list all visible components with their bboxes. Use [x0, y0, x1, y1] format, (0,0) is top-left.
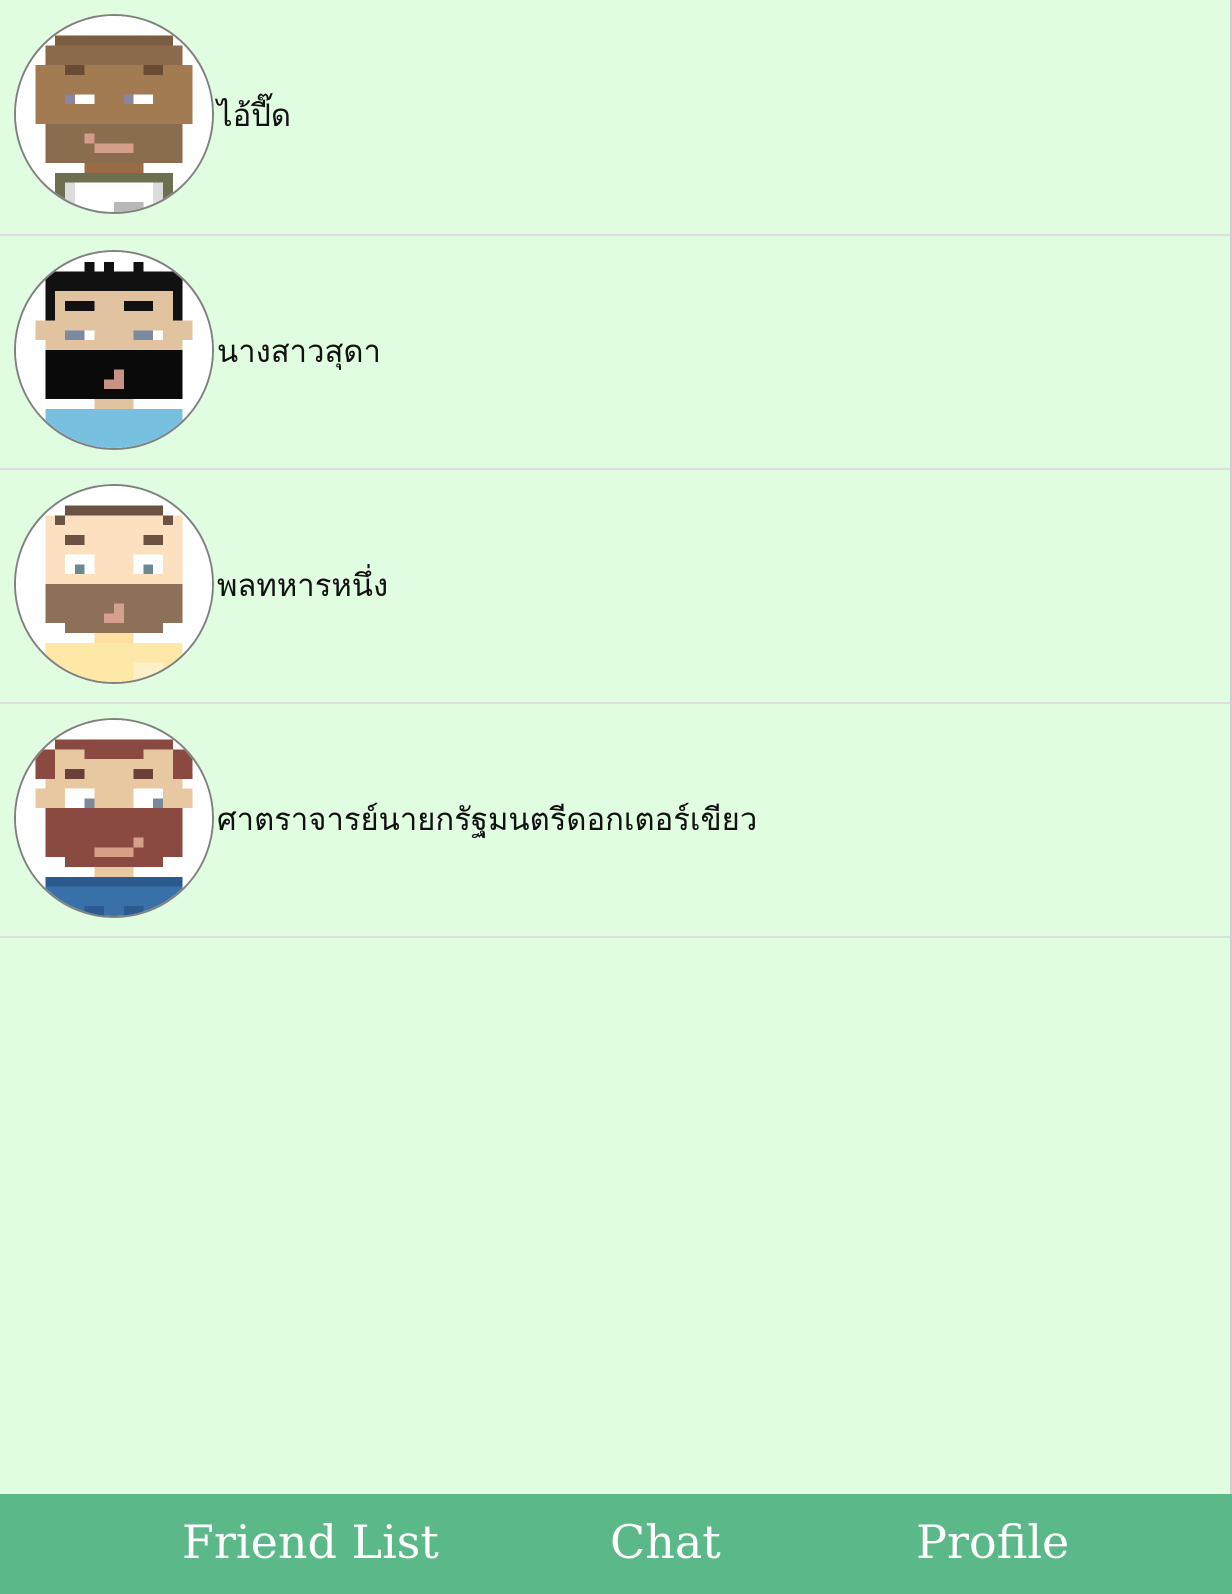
- avatar: [14, 484, 214, 684]
- friend-row[interactable]: ศาตราจารย์นายกรัฐมนตรีดอกเตอร์เขียว: [0, 704, 1232, 938]
- friend-name: พลทหารหนึ่ง: [217, 568, 389, 604]
- friend-row[interactable]: พลทหารหนึ่ง: [0, 470, 1232, 704]
- pixel-avatar-icon: [16, 486, 212, 682]
- friend-name: ไอ้ปี๊ด: [217, 98, 292, 134]
- avatar: [14, 718, 214, 918]
- friend-name: ศาตราจารย์นายกรัฐมนตรีดอกเตอร์เขียว: [217, 802, 758, 838]
- friend-row[interactable]: นางสาวสุดา: [0, 236, 1232, 470]
- friend-list-page: ไอ้ปี๊ด นางสาวสุดา พลทหารหนึ่ง ศาตราจารย…: [0, 0, 1232, 1594]
- nav-chat[interactable]: Chat: [610, 1512, 721, 1572]
- avatar: [14, 250, 214, 450]
- pixel-avatar-icon: [16, 720, 212, 916]
- pixel-avatar-icon: [16, 16, 212, 212]
- friend-list: ไอ้ปี๊ด นางสาวสุดา พลทหารหนึ่ง ศาตราจารย…: [0, 0, 1232, 938]
- bottom-nav: Friend List Chat Profile: [0, 1494, 1232, 1594]
- pixel-avatar-icon: [16, 252, 212, 448]
- friend-name: นางสาวสุดา: [217, 334, 381, 370]
- nav-profile[interactable]: Profile: [916, 1512, 1069, 1572]
- nav-friend-list[interactable]: Friend List: [182, 1512, 439, 1572]
- friend-row[interactable]: ไอ้ปี๊ด: [0, 0, 1232, 236]
- avatar: [14, 14, 214, 214]
